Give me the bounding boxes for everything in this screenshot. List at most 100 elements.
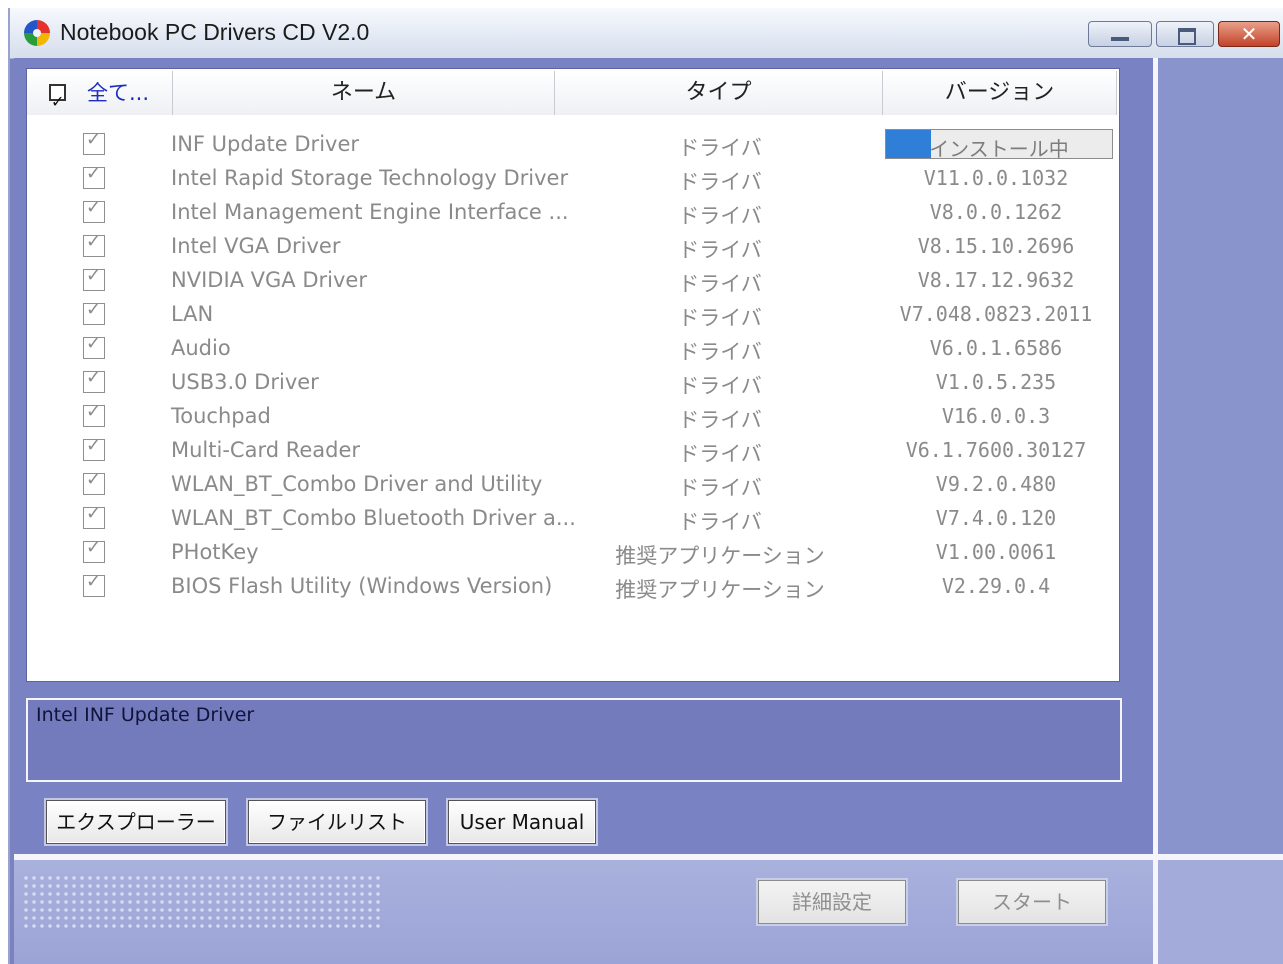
header-type[interactable]: タイプ (555, 71, 883, 115)
driver-name: LAN (171, 302, 214, 326)
row-checkbox[interactable] (83, 537, 105, 563)
row-checkbox[interactable] (83, 231, 105, 257)
driver-version: V7.4.0.120 (935, 506, 1057, 530)
close-icon: ✕ (1240, 22, 1258, 46)
list-item[interactable]: WLAN_BT_Combo Driver and Utility ドライバ V9… (27, 468, 1119, 502)
driver-name: Intel Rapid Storage Technology Driver (171, 166, 569, 190)
row-checkbox[interactable] (83, 401, 105, 427)
list-item[interactable]: INF Update Driver ドライバ インストール中 (27, 128, 1119, 162)
row-checkbox[interactable] (83, 265, 105, 291)
row-checkbox[interactable] (83, 503, 105, 529)
advanced-settings-button[interactable]: 詳細設定 (758, 880, 906, 924)
side-panel (1158, 58, 1283, 854)
row-checkbox[interactable] (83, 129, 105, 155)
row-checkbox[interactable] (83, 367, 105, 393)
select-all-label[interactable]: 全て... (87, 71, 149, 115)
driver-version: V7.048.0823.2011 (899, 302, 1093, 326)
row-checkbox[interactable] (83, 299, 105, 325)
installer-window: Notebook PC Drivers CD V2.0 ✕ 全て... ネーム … (8, 8, 1283, 964)
header-select-all[interactable]: 全て... (27, 71, 173, 124)
list-item[interactable]: Multi-Card Reader ドライバ V6.1.7600.30127 (27, 434, 1119, 468)
driver-name: Intel VGA Driver (171, 234, 341, 258)
row-checkbox[interactable] (83, 197, 105, 223)
driver-version: V6.0.1.6586 (929, 336, 1063, 360)
driver-name: USB3.0 Driver (171, 370, 319, 394)
driver-name: Touchpad (171, 404, 271, 428)
driver-name: Audio (171, 336, 231, 360)
user-manual-button[interactable]: User Manual (448, 800, 596, 844)
driver-version: V1.00.0061 (935, 540, 1057, 564)
driver-type: ドライバ (678, 340, 762, 364)
list-item[interactable]: LAN ドライバ V7.048.0823.2011 (27, 298, 1119, 332)
driver-type: ドライバ (678, 374, 762, 398)
driver-type: ドライバ (678, 238, 762, 262)
minimize-icon (1111, 37, 1129, 41)
driver-name: Multi-Card Reader (171, 438, 361, 462)
row-checkbox[interactable] (83, 571, 105, 597)
driver-version: V11.0.0.1032 (923, 166, 1069, 190)
header-name[interactable]: ネーム (173, 71, 555, 115)
row-checkbox[interactable] (83, 333, 105, 359)
install-status: インストール中 (929, 137, 1069, 161)
row-checkbox[interactable] (83, 469, 105, 495)
row-checkbox[interactable] (83, 435, 105, 461)
driver-name: INF Update Driver (171, 132, 360, 156)
driver-type: 推奨アプリケーション (615, 544, 825, 568)
driver-type: ドライバ (678, 306, 762, 330)
list-header: 全て... ネーム タイプ バージョン (27, 69, 1119, 124)
list-item[interactable]: WLAN_BT_Combo Bluetooth Driver a... ドライバ… (27, 502, 1119, 536)
driver-version: V8.15.10.2696 (917, 234, 1075, 258)
driver-type: ドライバ (678, 204, 762, 228)
driver-type: 推奨アプリケーション (615, 578, 825, 602)
driver-version: V9.2.0.480 (935, 472, 1057, 496)
window-title: Notebook PC Drivers CD V2.0 (60, 19, 370, 45)
minimize-button[interactable] (1088, 21, 1152, 47)
driver-version: V16.0.0.3 (941, 404, 1051, 428)
start-button[interactable]: スタート (958, 880, 1106, 924)
footer-side-panel (1158, 860, 1283, 964)
maximize-icon (1178, 28, 1196, 45)
driver-type: ドライバ (678, 408, 762, 432)
driver-type: ドライバ (678, 510, 762, 534)
driver-name: Intel Management Engine Interface ... (171, 200, 569, 224)
header-version[interactable]: バージョン (883, 71, 1117, 115)
list-item[interactable]: Intel Management Engine Interface ... ドラ… (27, 196, 1119, 230)
row-checkbox[interactable] (83, 163, 105, 189)
list-item[interactable]: Audio ドライバ V6.0.1.6586 (27, 332, 1119, 366)
title-bar[interactable]: Notebook PC Drivers CD V2.0 ✕ (10, 8, 1283, 59)
explorer-button[interactable]: エクスプローラー (46, 800, 226, 844)
list-item[interactable]: BIOS Flash Utility (Windows Version) 推奨ア… (27, 570, 1119, 604)
description-box: Intel INF Update Driver (26, 698, 1122, 782)
driver-version: V1.0.5.235 (935, 370, 1057, 394)
driver-type: ドライバ (678, 442, 762, 466)
driver-version: V6.1.7600.30127 (905, 438, 1087, 462)
install-progress-bar: インストール中 (885, 129, 1113, 161)
driver-name: WLAN_BT_Combo Driver and Utility (171, 472, 543, 496)
driver-version: V2.29.0.4 (941, 574, 1051, 598)
list-item[interactable]: Touchpad ドライバ V16.0.0.3 (27, 400, 1119, 434)
app-logo-icon (24, 20, 50, 46)
driver-name: BIOS Flash Utility (Windows Version) (171, 574, 553, 598)
driver-list[interactable]: 全て... ネーム タイプ バージョン INF Update Driver ドラ… (26, 68, 1120, 682)
driver-version: V8.0.0.1262 (929, 200, 1063, 224)
driver-name: WLAN_BT_Combo Bluetooth Driver a... (171, 506, 576, 530)
list-item[interactable]: Intel Rapid Storage Technology Driver ドラ… (27, 162, 1119, 196)
driver-type: ドライバ (678, 170, 762, 194)
maximize-button[interactable] (1156, 21, 1214, 47)
list-item[interactable]: Intel VGA Driver ドライバ V8.15.10.2696 (27, 230, 1119, 264)
vertical-divider (1153, 58, 1158, 964)
description-text: Intel INF Update Driver (36, 704, 255, 726)
driver-name: PHotKey (171, 540, 259, 564)
list-item[interactable]: USB3.0 Driver ドライバ V1.0.5.235 (27, 366, 1119, 400)
driver-version: V8.17.12.9632 (917, 268, 1075, 292)
file-list-button[interactable]: ファイルリスト (248, 800, 426, 844)
list-item[interactable]: PHotKey 推奨アプリケーション V1.00.0061 (27, 536, 1119, 570)
driver-type: ドライバ (678, 136, 762, 160)
close-button[interactable]: ✕ (1218, 21, 1280, 47)
driver-type: ドライバ (678, 272, 762, 296)
decorative-dot-pattern (22, 874, 382, 928)
list-item[interactable]: NVIDIA VGA Driver ドライバ V8.17.12.9632 (27, 264, 1119, 298)
driver-type: ドライバ (678, 476, 762, 500)
select-all-checkbox[interactable] (49, 80, 66, 124)
driver-name: NVIDIA VGA Driver (171, 268, 367, 292)
